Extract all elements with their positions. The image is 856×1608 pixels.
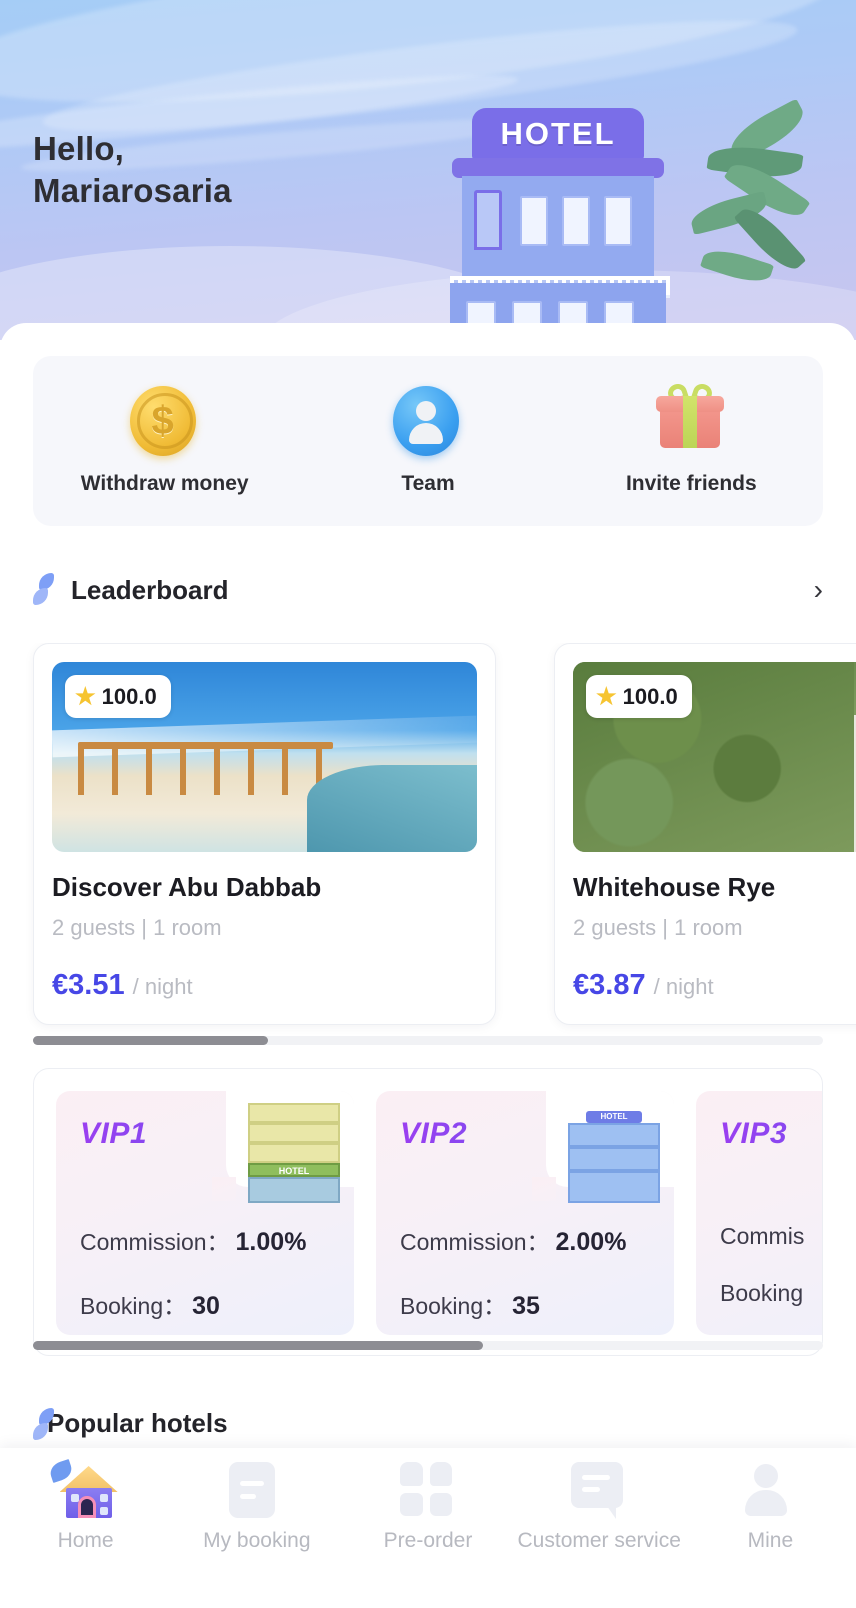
vip-commission-label: Commission： xyxy=(400,1229,550,1255)
chat-bubble-icon xyxy=(571,1462,627,1519)
popular-hotels-title: Popular hotels xyxy=(47,1408,228,1438)
user-circle-icon xyxy=(392,386,463,456)
vip-card-row: VIP1 HOTEL Commission： 1.00% Booking： 30 xyxy=(56,1091,822,1335)
yellow-hotel-building-icon: HOTEL xyxy=(248,1103,340,1203)
quick-action-label: Withdraw money xyxy=(80,472,249,495)
hotel-window xyxy=(604,196,632,246)
vip-card[interactable]: VIP1 HOTEL Commission： 1.00% Booking： 30 xyxy=(56,1091,354,1335)
chevron-right-icon[interactable]: › xyxy=(814,576,823,604)
leaderboard-card-row: ★ 100.0 Discover Abu Dabbab 2 guests | 1… xyxy=(33,643,856,1025)
hotel-price-value: €3.51 xyxy=(52,969,125,1001)
rating-badge: ★ 100.0 xyxy=(65,675,171,718)
hotel-price: €3.87 / night xyxy=(573,969,856,1002)
user-icon xyxy=(742,1462,798,1518)
star-icon: ★ xyxy=(596,683,617,709)
hotel-name: Whitehouse Rye xyxy=(573,872,776,902)
star-icon: ★ xyxy=(75,683,96,709)
house-icon xyxy=(47,1459,118,1518)
quick-actions-panel: $ Withdraw money Team Invite friends xyxy=(33,356,823,526)
vip-commission-label: Commission： xyxy=(80,1229,230,1255)
vip-booking-value: 35 xyxy=(512,1292,540,1320)
hotel-meta: 2 guests | 1 room xyxy=(52,915,222,940)
content-sheet: $ Withdraw money Team Invite friends Lea… xyxy=(0,323,856,1608)
vip-commission-row: Commission： 1.00% xyxy=(80,1223,330,1257)
app-header: Hello, Mariarosaria HOTEL xyxy=(0,0,856,340)
nav-label: Customer service xyxy=(517,1529,681,1552)
hotel-price-unit: / night xyxy=(132,974,193,999)
palm-tree-decor xyxy=(668,98,818,324)
greeting-line-1: Hello, xyxy=(33,130,125,167)
nav-item-customer-service[interactable]: Customer service xyxy=(514,1462,685,1554)
hotel-price-value: €3.87 xyxy=(573,969,646,1001)
vip-title: VIP3 xyxy=(720,1117,822,1151)
vip-card[interactable]: VIP2 HOTEL Commission： 2.00% Booking： 35 xyxy=(376,1091,674,1335)
hotel-window xyxy=(520,196,548,246)
rating-badge: ★ 100.0 xyxy=(586,675,692,718)
nav-item-pre-order[interactable]: Pre-order xyxy=(342,1462,513,1554)
hotel-meta: 2 guests | 1 room xyxy=(573,915,743,940)
quick-action-withdraw-money[interactable]: $ Withdraw money xyxy=(33,386,296,496)
vip-commission-value: 2.00% xyxy=(555,1228,627,1256)
greeting-line-2: Mariarosaria xyxy=(33,172,232,210)
nav-label: Pre-order xyxy=(383,1529,473,1552)
hotel-sign-label: HOTEL xyxy=(500,116,616,151)
vip-scrollbar-thumb[interactable] xyxy=(33,1341,483,1350)
quick-action-label: Invite friends xyxy=(625,472,757,495)
hotel-window xyxy=(562,196,590,246)
hotel-balcony-door xyxy=(474,190,502,250)
beach-resort-photo: ★ 100.0 xyxy=(52,662,477,852)
vip-commission-row: Commission： 2.00% xyxy=(400,1223,650,1257)
blue-hotel-building-icon: HOTEL xyxy=(568,1103,660,1203)
bottom-navigation: Home My booking Pre-order Customer servi… xyxy=(0,1448,856,1608)
hotel-upper-floor xyxy=(462,176,654,282)
nav-item-mine[interactable]: Mine xyxy=(685,1462,856,1554)
vip-card[interactable]: VIP3 Commis Booking xyxy=(696,1091,822,1335)
nav-label: Home xyxy=(57,1529,114,1552)
leaderboard-title: Leaderboard xyxy=(71,574,229,605)
vip-booking-label: Booking xyxy=(720,1280,804,1306)
nav-item-home[interactable]: Home xyxy=(0,1459,171,1554)
nav-item-my-booking[interactable]: My booking xyxy=(171,1462,342,1554)
hotel-sign: HOTEL xyxy=(472,108,644,160)
ivy-house-photo: ★ 100.0 xyxy=(573,662,856,852)
vip-booking-label: Booking： xyxy=(80,1293,187,1319)
leaderboard-header: Leaderboard › xyxy=(33,573,823,607)
nav-label: My booking xyxy=(203,1529,311,1552)
grid-squares-icon xyxy=(400,1462,456,1518)
hotel-cornice xyxy=(452,158,664,178)
hotel-card[interactable]: ★ 100.0 Whitehouse Rye 2 guests | 1 room… xyxy=(554,643,856,1025)
coin-dollar-icon: $ xyxy=(129,386,200,456)
gift-box-icon xyxy=(656,381,726,456)
vip-commission-label: Commis xyxy=(720,1223,805,1249)
vip-commission-value: 1.00% xyxy=(235,1228,307,1256)
vip-booking-row: Booking xyxy=(720,1280,822,1307)
quick-action-invite-friends[interactable]: Invite friends xyxy=(560,381,823,496)
vip-booking-label: Booking： xyxy=(400,1293,507,1319)
hotel-illustration: HOTEL xyxy=(410,98,811,340)
vip-booking-row: Booking： 30 xyxy=(80,1287,330,1321)
popular-hotels-header: Popular hotels xyxy=(33,1408,228,1439)
booking-list-icon xyxy=(228,1462,285,1518)
vip-commission-row: Commis xyxy=(720,1223,822,1250)
quick-action-team[interactable]: Team xyxy=(296,386,559,496)
rating-value: 100.0 xyxy=(622,683,678,709)
vip-booking-row: Booking： 35 xyxy=(400,1287,650,1321)
rating-value: 100.0 xyxy=(101,683,157,709)
brand-wave-icon xyxy=(33,573,57,607)
page-title: Hello, Mariarosaria xyxy=(33,128,232,212)
nav-label: Mine xyxy=(747,1529,794,1552)
hotel-price-unit: / night xyxy=(653,974,714,999)
vip-booking-value: 30 xyxy=(192,1292,220,1320)
quick-action-label: Team xyxy=(401,472,455,495)
hotel-price: €3.51 / night xyxy=(52,969,477,1002)
hotel-card[interactable]: ★ 100.0 Discover Abu Dabbab 2 guests | 1… xyxy=(33,643,496,1025)
leaderboard-scrollbar-thumb[interactable] xyxy=(33,1036,268,1045)
vip-levels-panel[interactable]: VIP1 HOTEL Commission： 1.00% Booking： 30 xyxy=(33,1068,823,1356)
leaderboard-carousel[interactable]: ★ 100.0 Discover Abu Dabbab 2 guests | 1… xyxy=(0,643,856,1043)
hotel-name: Discover Abu Dabbab xyxy=(52,872,322,902)
